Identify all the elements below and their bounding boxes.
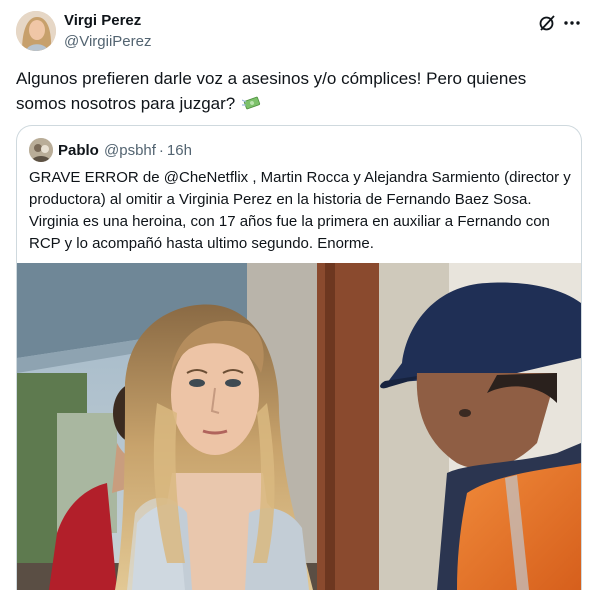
quote-separator: ·: [158, 142, 164, 159]
grok-icon[interactable]: [538, 14, 556, 32]
quoted-tweet[interactable]: Pablo @psbhf · 16h GRAVE ERROR de @CheNetf…: [16, 125, 582, 590]
quote-author-handle[interactable]: @psbhf: [104, 142, 156, 159]
quote-timestamp[interactable]: 16h: [167, 142, 192, 159]
quote-meta: @psbhf · 16h: [104, 142, 192, 159]
money-with-wings-icon: [241, 92, 262, 110]
quote-author-name[interactable]: Pablo: [58, 142, 99, 159]
quote-avatar[interactable]: [29, 138, 53, 162]
tweet-avatar[interactable]: [16, 11, 56, 51]
more-options-icon[interactable]: [563, 14, 581, 32]
tweet-text-content: Algunos prefieren darle voz a asesinos y…: [16, 69, 527, 113]
quote-photo[interactable]: [17, 263, 581, 590]
quote-text: GRAVE ERROR de @CheNetflix , Martin Rocc…: [29, 169, 571, 252]
tweet-text: Algunos prefieren darle voz a asesinos y…: [16, 66, 576, 116]
author-handle[interactable]: @VirgiiPerez: [64, 33, 151, 50]
author-name[interactable]: Virgi Perez: [64, 12, 141, 29]
